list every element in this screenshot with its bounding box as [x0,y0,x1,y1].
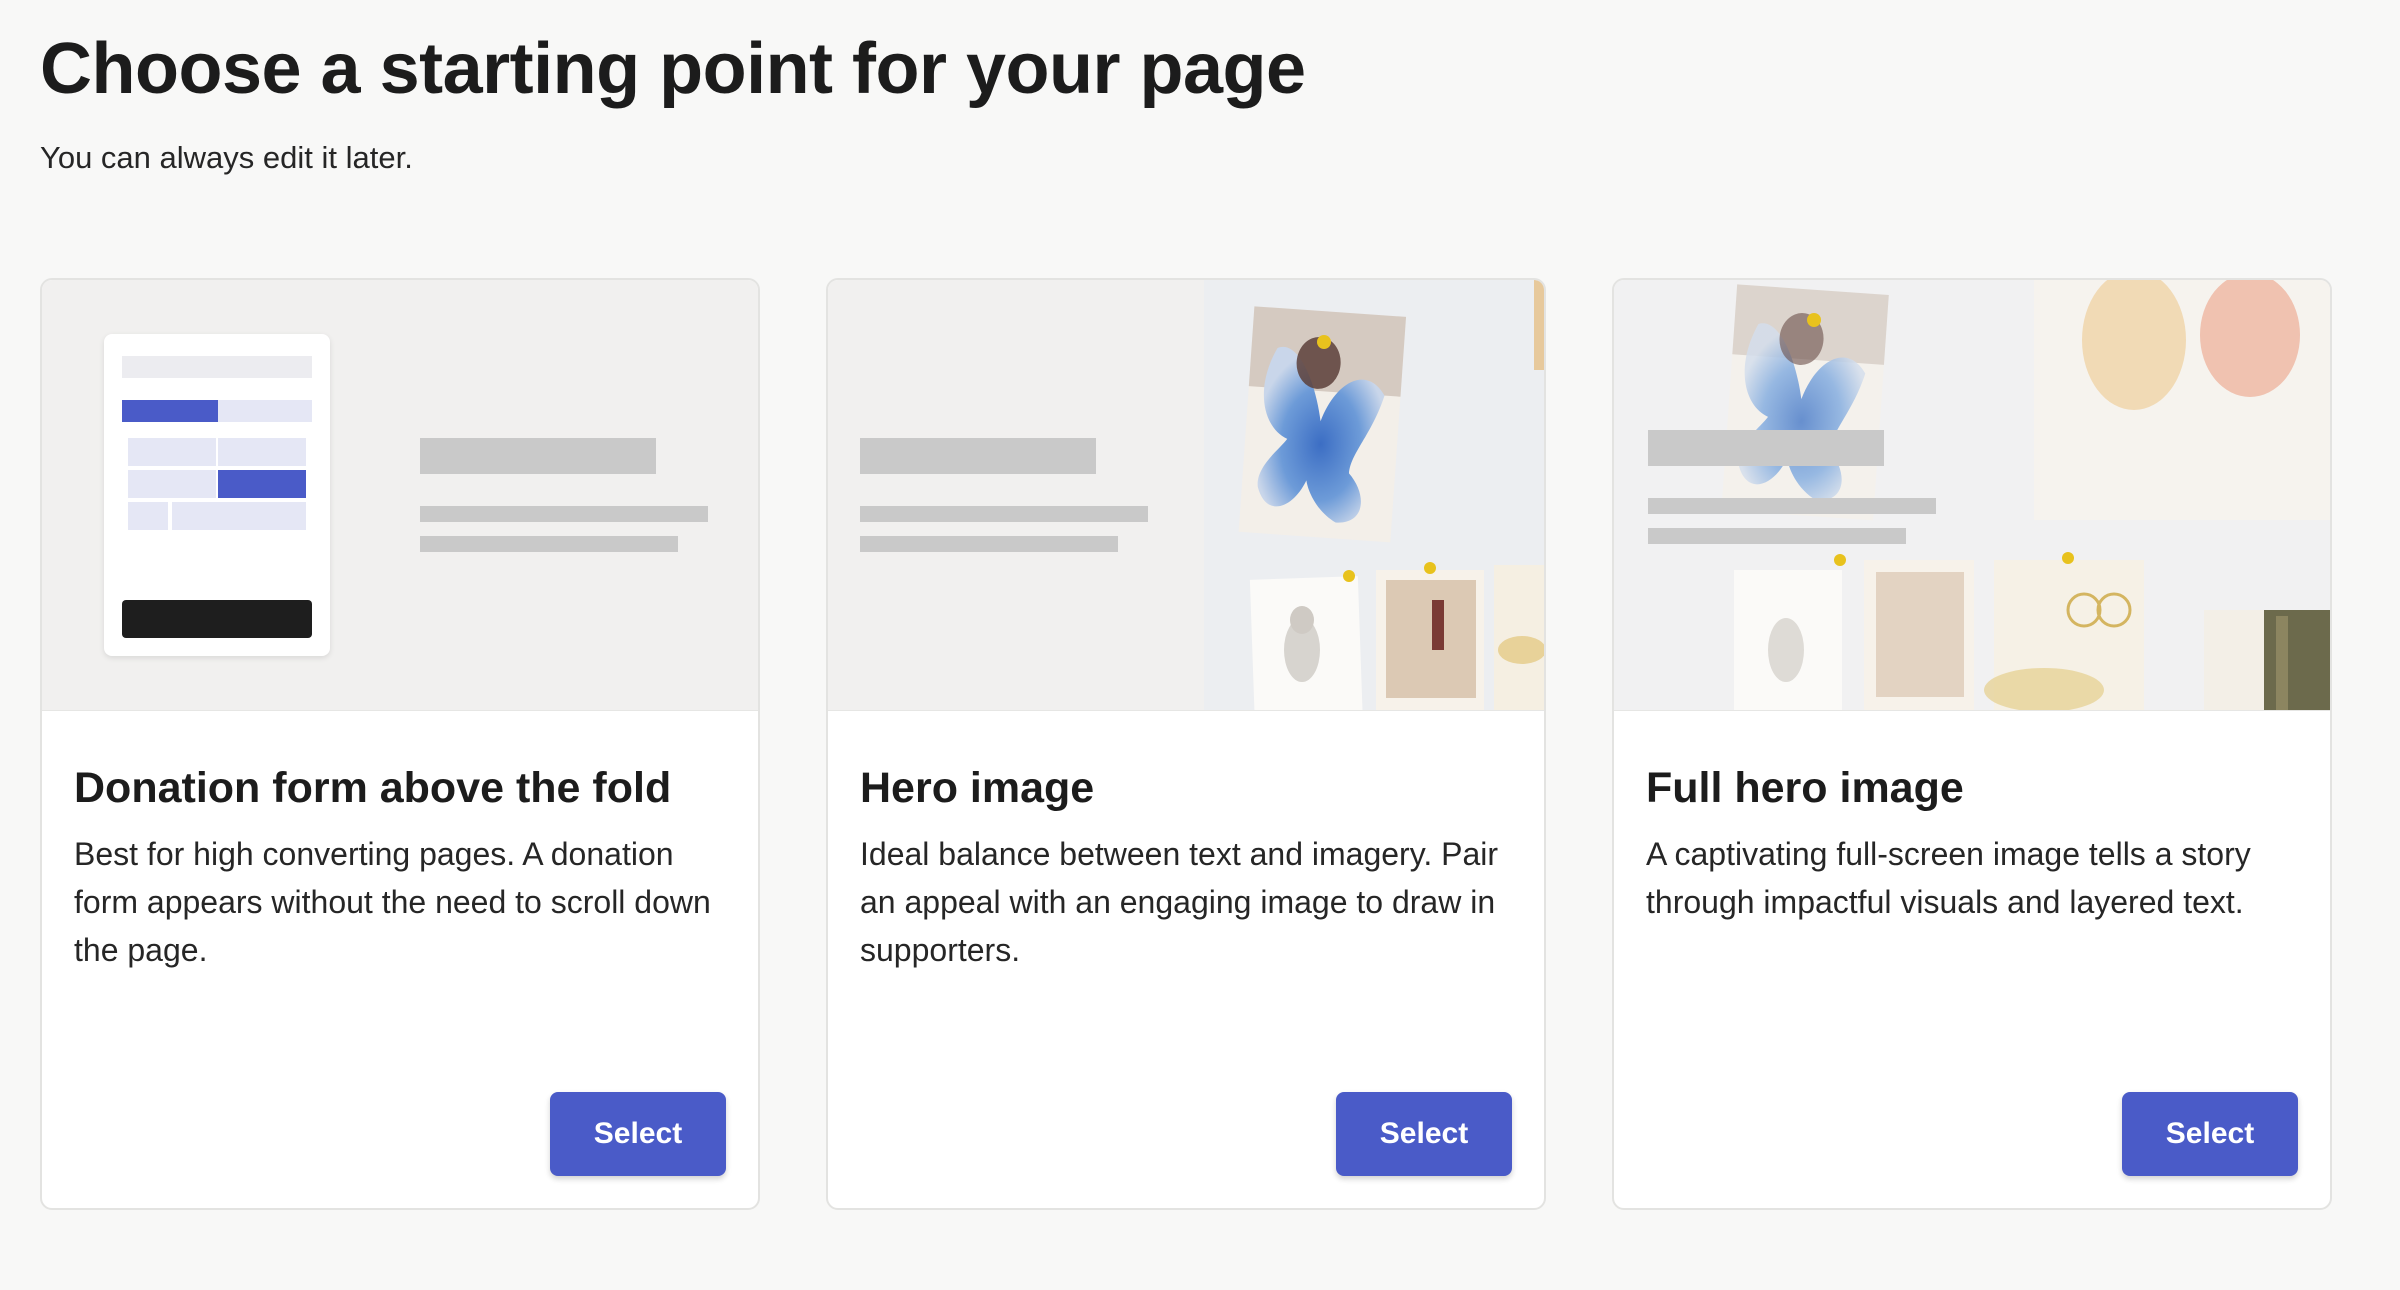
page-subtitle: You can always edit it later. [40,140,413,175]
select-button-full-hero-image[interactable]: Select [2122,1092,2298,1176]
moodboard-photo [1204,280,1544,710]
hero-image-preview [828,280,1544,711]
form-mockup [104,334,330,656]
page-title: Choose a starting point for your page [40,29,1306,109]
hero-photo [1204,280,1544,710]
full-hero-image-preview [1614,280,2330,711]
template-card-donation-form: Donation form above the fold Best for hi… [40,278,760,1210]
select-button-donation-form[interactable]: Select [550,1092,726,1176]
card-title: Hero image [860,764,1095,812]
card-description: A captivating full-screen image tells a … [1646,836,2251,920]
card-description: Best for high converting pages. A donati… [74,836,711,968]
template-cards: Donation form above the fold Best for hi… [40,278,2332,1210]
select-button-hero-image[interactable]: Select [1336,1092,1512,1176]
template-card-hero-image: Hero image Ideal balance between text an… [826,278,1546,1210]
card-description: Ideal balance between text and imagery. … [860,836,1499,968]
card-title: Donation form above the fold [74,764,672,812]
card-title: Full hero image [1646,764,1964,812]
donation-form-preview [42,280,758,711]
full-bleed-photo [1614,280,2330,710]
template-card-full-hero-image: Full hero image A captivating full-scree… [1612,278,2332,1210]
